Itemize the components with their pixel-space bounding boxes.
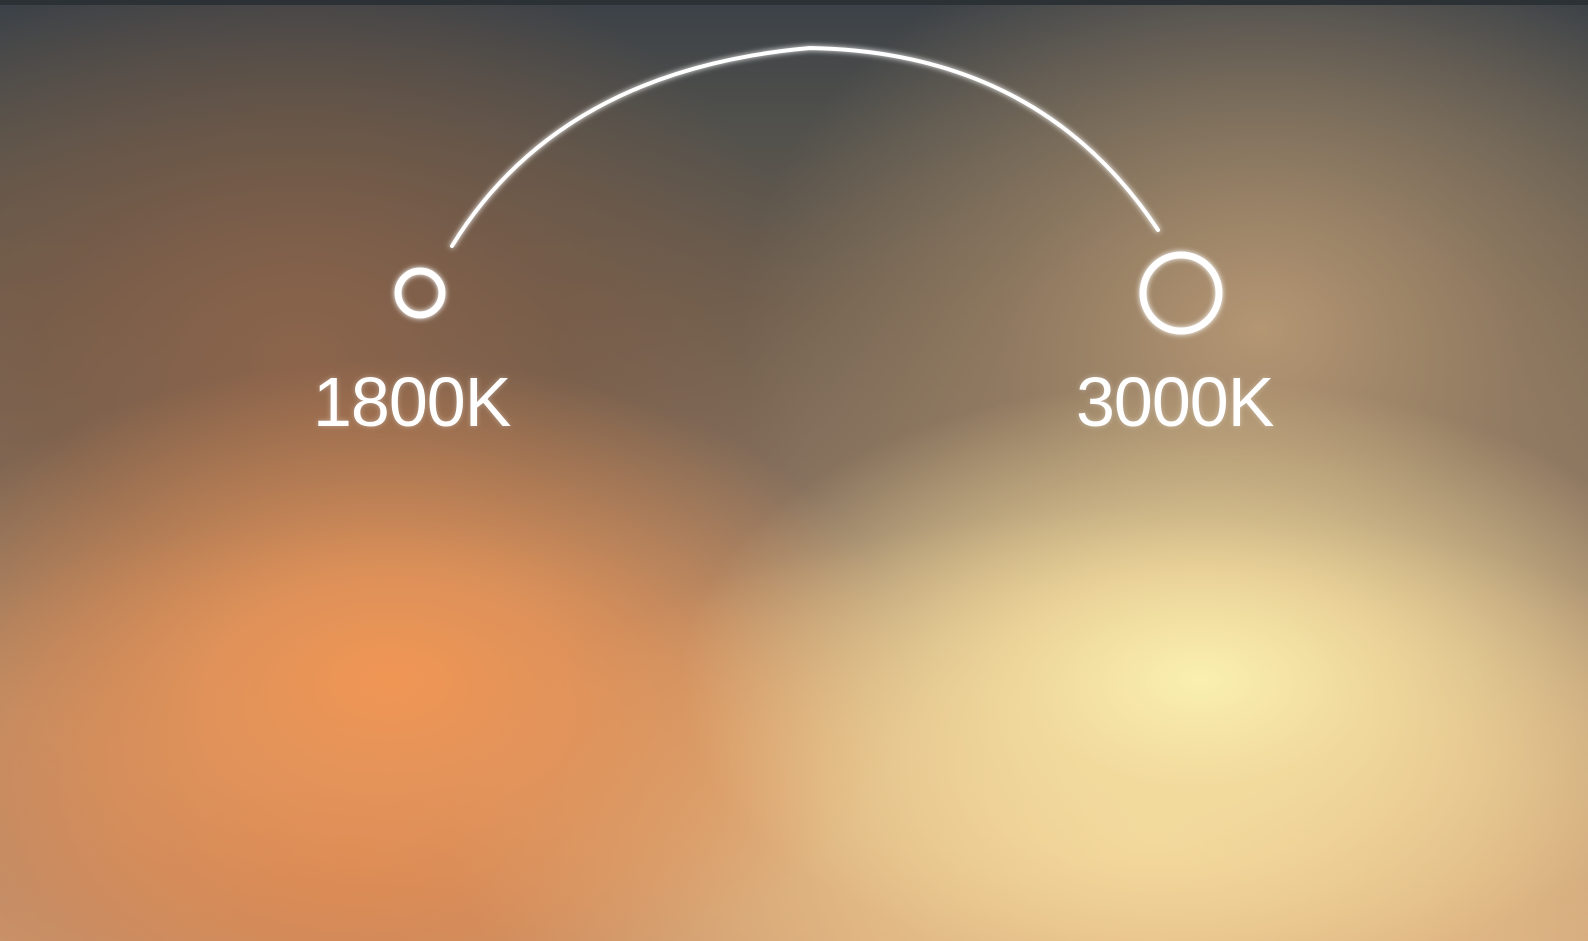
color-temperature-illustration: 1800K 3000K [0, 0, 1588, 941]
warm-point-ring-icon [394, 267, 446, 319]
temperature-arc-graphic [394, 45, 1223, 335]
cool-temperature-label: 3000K [1076, 363, 1274, 441]
cool-point-ring-icon [1139, 251, 1223, 335]
temperature-range-arc [450, 45, 1160, 248]
warm-temperature-label: 1800K [313, 363, 511, 441]
